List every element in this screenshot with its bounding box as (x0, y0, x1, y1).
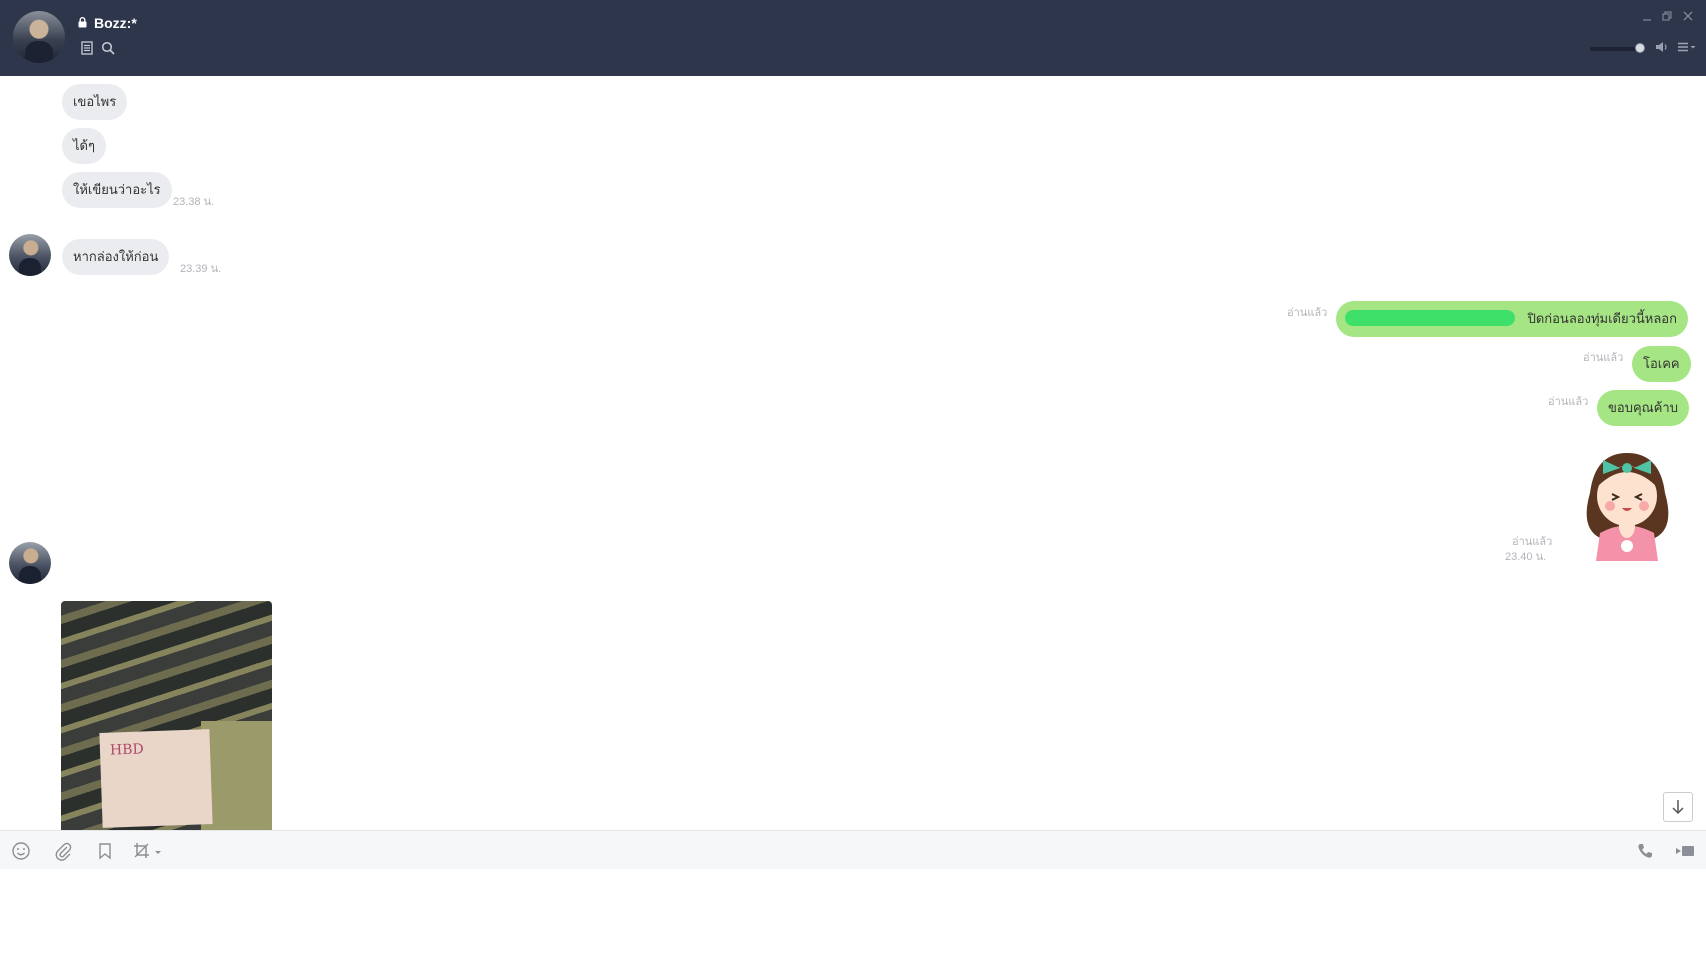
message-text: ปิดก่อนลองทุ่มเดียวนี้หลอก (1527, 311, 1677, 326)
sender-avatar[interactable] (9, 542, 51, 584)
message-bubble-incoming[interactable]: ให้เขียนว่าอะไร (62, 172, 172, 208)
call-icon[interactable] (1635, 841, 1655, 861)
video-call-icon[interactable] (1674, 841, 1696, 861)
attach-icon[interactable] (53, 841, 73, 861)
contact-avatar[interactable] (13, 11, 65, 63)
message-timestamp: 23.40 น. (1505, 551, 1547, 563)
message-bubble-outgoing[interactable]: ขอบคุณค้าบ (1597, 390, 1689, 426)
volume-icon[interactable] (1655, 40, 1669, 54)
arrow-down-icon (1672, 800, 1684, 815)
screenshot-icon[interactable] (132, 841, 162, 861)
photo-message[interactable]: HBD (61, 601, 272, 830)
message-list[interactable]: เขอไพร ได้ๆ ให้เขียนว่าอะไร 23.38 น. หาก… (0, 76, 1706, 830)
chat-header: Bozz:* (0, 0, 1706, 76)
keep-icon[interactable] (95, 841, 115, 861)
message-input[interactable] (0, 869, 1706, 960)
read-receipt: อ่านแล้ว (1548, 396, 1589, 408)
scroll-to-bottom-button[interactable] (1663, 792, 1693, 822)
lock-icon (78, 17, 87, 28)
restore-icon[interactable] (1661, 10, 1673, 22)
minimize-icon[interactable] (1641, 10, 1653, 22)
redaction-mark (1345, 310, 1515, 326)
message-bubble-incoming[interactable]: เขอไพร (62, 84, 128, 120)
emoji-icon[interactable] (11, 841, 31, 861)
search-icon[interactable] (101, 41, 115, 55)
message-bubble-incoming[interactable]: หากล่องให้ก่อน (62, 239, 170, 275)
sender-avatar[interactable] (9, 234, 51, 276)
message-timestamp: 23.39 น. (180, 263, 222, 275)
photo-card-text: HBD (109, 741, 144, 759)
read-receipt: อ่านแล้ว (1583, 352, 1624, 364)
read-receipt: อ่านแล้ว (1287, 307, 1328, 319)
input-toolbar (0, 830, 1706, 870)
close-icon[interactable] (1682, 10, 1694, 22)
volume-slider[interactable] (1590, 47, 1640, 51)
message-bubble-incoming[interactable]: ได้ๆ (62, 128, 106, 164)
photo-card: HBD (99, 729, 213, 828)
message-timestamp: 23.38 น. (173, 196, 215, 208)
chat-title: Bozz:* (94, 15, 137, 31)
notes-icon[interactable] (80, 41, 94, 55)
sticker-girl-icon[interactable] (1570, 438, 1685, 563)
message-bubble-outgoing[interactable]: โอเคค (1632, 346, 1691, 382)
volume-slider-handle[interactable] (1635, 43, 1645, 53)
menu-icon[interactable] (1677, 40, 1697, 54)
